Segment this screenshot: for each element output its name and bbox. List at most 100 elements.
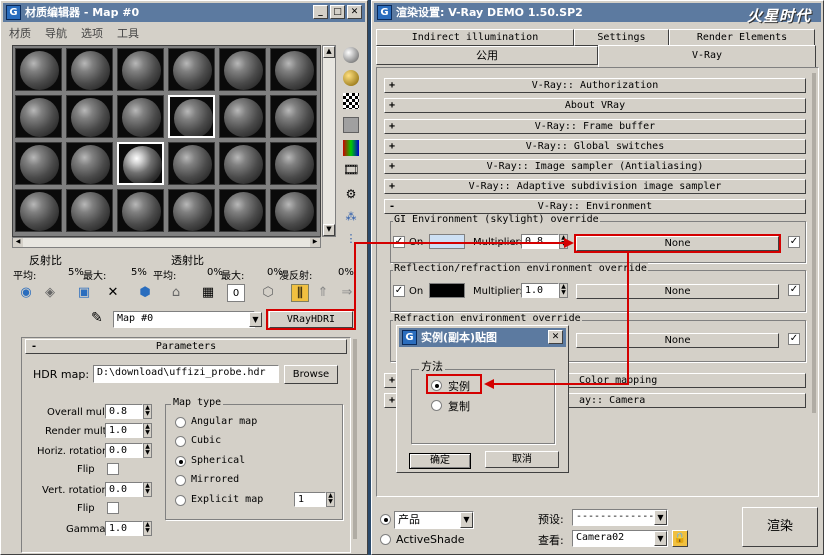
material-navigator-icon[interactable]: ⋮	[343, 231, 359, 247]
render-mult-spinner[interactable]: ▲ ▼	[143, 423, 152, 438]
sample-slot[interactable]	[219, 189, 266, 232]
get-material-icon[interactable]: ◉	[17, 284, 35, 302]
refraction-map-checkbox[interactable]: ✓	[788, 333, 800, 345]
tab-render-elements[interactable]: Render Elements	[669, 29, 815, 46]
sample-slot[interactable]	[15, 142, 62, 185]
sample-slot[interactable]	[168, 189, 215, 232]
dialog-ok-button[interactable]: 确定	[409, 453, 471, 469]
video-color-icon[interactable]	[343, 140, 359, 156]
sample-slot[interactable]	[270, 48, 317, 91]
overall-mult-field[interactable]: 0.8	[105, 404, 143, 419]
close-button[interactable]: ✕	[347, 5, 362, 19]
hdr-map-path-field[interactable]: D:\download\uffizi_probe.hdr	[93, 365, 279, 383]
explicit-channel-field[interactable]: 1	[294, 492, 326, 507]
gamma-field[interactable]: 1.0	[105, 521, 143, 536]
flip-h-checkbox[interactable]	[107, 463, 119, 475]
scroll-left-icon[interactable]: ◀	[13, 238, 23, 247]
go-sibling-icon[interactable]: ⇒	[338, 284, 356, 302]
dialog-close-button[interactable]: ✕	[548, 330, 563, 344]
gi-multiplier-spinner[interactable]: ▲ ▼	[559, 234, 568, 249]
material-id-channel-icon[interactable]: 0	[227, 284, 245, 302]
sample-slot[interactable]	[270, 95, 317, 138]
dialog-cancel-button[interactable]: 取消	[485, 451, 559, 468]
sample-slot[interactable]	[219, 95, 266, 138]
map-name-field[interactable]: Map #0	[113, 311, 255, 328]
background-checker-icon[interactable]	[343, 93, 359, 109]
rollout-frame-buffer[interactable]: + V-Ray:: Frame buffer	[384, 119, 806, 134]
panel-scrollbar[interactable]	[812, 73, 816, 413]
params-scrollbar[interactable]	[353, 339, 357, 539]
sample-slot[interactable]	[66, 48, 113, 91]
sample-slot[interactable]	[66, 142, 113, 185]
put-to-scene-icon[interactable]: ◈	[41, 284, 59, 302]
radio-copy[interactable]	[431, 400, 442, 411]
menu-navigation[interactable]: 导航	[45, 25, 67, 41]
slot-vscrollbar[interactable]: ▲ ▼	[322, 45, 336, 237]
material-editor-titlebar[interactable]: G 材质编辑器 - Map #0 _ □ ✕	[3, 3, 365, 22]
sample-slot[interactable]	[219, 142, 266, 185]
render-button[interactable]: 渲染	[742, 507, 818, 547]
tab-common[interactable]: 公用	[376, 46, 598, 65]
gi-color-swatch[interactable]	[429, 234, 465, 249]
sample-slot[interactable]	[15, 95, 62, 138]
reset-map-icon[interactable]: ✕	[104, 284, 122, 302]
gi-on-checkbox[interactable]: ✓	[393, 236, 405, 248]
production-dropdown-icon[interactable]: ▼	[460, 512, 473, 528]
rollout-image-sampler[interactable]: + V-Ray:: Image sampler (Antialiasing)	[384, 159, 806, 174]
sample-slot[interactable]	[15, 189, 62, 232]
lock-view-icon[interactable]: 🔒	[672, 530, 688, 547]
show-map-icon[interactable]: ⬡	[259, 284, 277, 302]
rollout-about-vray[interactable]: + About VRay	[384, 98, 806, 113]
put-to-library-icon[interactable]: ⌂	[167, 284, 185, 302]
dialog-titlebar[interactable]: G 实例(副本)贴图 ✕	[399, 328, 566, 347]
explicit-channel-spinner[interactable]: ▲ ▼	[326, 492, 335, 507]
sample-type-icon[interactable]	[343, 47, 359, 63]
horiz-rotation-spinner[interactable]: ▲ ▼	[143, 443, 152, 458]
gamma-spinner[interactable]: ▲ ▼	[143, 521, 152, 536]
tab-vray[interactable]: V-Ray	[598, 45, 816, 67]
radio-spherical[interactable]	[175, 456, 186, 467]
pick-material-icon[interactable]: ✎	[91, 310, 103, 326]
rollout-environment[interactable]: - V-Ray:: Environment	[384, 199, 806, 214]
radio-cubic[interactable]	[175, 436, 186, 447]
reflection-map-checkbox[interactable]: ✓	[788, 284, 800, 296]
reflection-multiplier-spinner[interactable]: ▲ ▼	[559, 283, 568, 298]
sample-slot[interactable]	[117, 95, 164, 138]
sample-slot[interactable]	[270, 189, 317, 232]
map-name-dropdown-icon[interactable]: ▼	[249, 312, 262, 327]
assign-material-icon[interactable]: ▣	[75, 284, 93, 302]
options-icon[interactable]: ⚙	[343, 186, 359, 202]
flip-v-checkbox[interactable]	[107, 502, 119, 514]
scroll-right-icon[interactable]: ▶	[310, 238, 320, 247]
sample-slot[interactable]	[219, 48, 266, 91]
material-id-icon[interactable]: ▦	[199, 284, 217, 302]
view-dropdown-icon[interactable]: ▼	[654, 531, 667, 546]
reflection-color-swatch[interactable]	[429, 283, 465, 298]
rollout-authorization[interactable]: + V-Ray:: Authorization	[384, 78, 806, 93]
preset-dropdown-icon[interactable]: ▼	[654, 510, 667, 525]
scroll-up-icon[interactable]: ▲	[323, 46, 335, 58]
render-mult-field[interactable]: 1.0	[105, 423, 143, 438]
vert-rotation-spinner[interactable]: ▲ ▼	[143, 482, 152, 497]
overall-mult-spinner[interactable]: ▲ ▼	[143, 404, 152, 419]
refraction-map-button[interactable]: None	[576, 333, 779, 348]
sample-slot[interactable]	[168, 142, 215, 185]
make-preview-icon[interactable]: 🎞	[343, 163, 360, 179]
params-rollout-header[interactable]: - Parameters	[25, 339, 347, 354]
sample-slot[interactable]	[66, 95, 113, 138]
slot-hscrollbar[interactable]: ◀ ▶	[12, 237, 321, 248]
radio-mirrored[interactable]	[175, 475, 186, 486]
reflection-on-checkbox[interactable]: ✓	[393, 285, 405, 297]
reflection-multiplier-field[interactable]: 1.0	[521, 283, 559, 298]
scroll-down-icon[interactable]: ▼	[323, 224, 335, 236]
horiz-rotation-field[interactable]: 0.0	[105, 443, 143, 458]
sample-slot[interactable]	[168, 48, 215, 91]
radio-angular[interactable]	[175, 417, 186, 428]
gi-map-checkbox[interactable]: ✓	[788, 236, 800, 248]
gi-multiplier-field[interactable]: 0.8	[521, 234, 559, 249]
sample-slot-active[interactable]	[117, 142, 164, 185]
show-end-result-icon[interactable]: ⫼	[291, 284, 309, 302]
backlight-icon[interactable]	[343, 70, 359, 86]
tab-settings[interactable]: Settings	[574, 29, 669, 46]
rollout-global-switches[interactable]: + V-Ray:: Global switches	[384, 139, 806, 154]
